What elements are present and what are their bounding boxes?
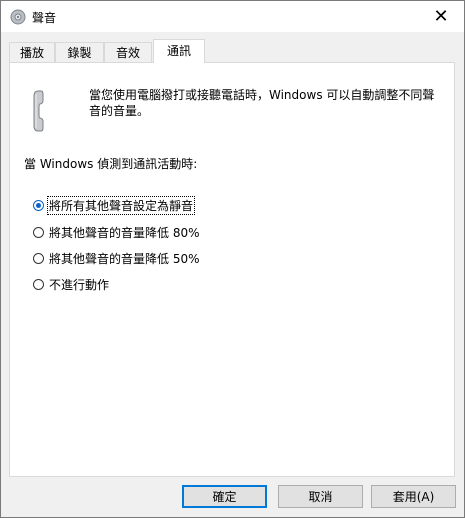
detect-label: 當 Windows 偵測到通訊活動時:: [24, 157, 198, 171]
option-reduce-50[interactable]: 將其他聲音的音量降低 50%: [33, 249, 201, 267]
telephone-handset-icon: [32, 89, 56, 133]
cancel-label: 取消: [308, 490, 333, 504]
option-label: 將其他聲音的音量降低 50%: [49, 251, 200, 266]
option-mute-all[interactable]: 將所有其他聲音設定為靜音: [33, 195, 196, 215]
tab-sounds[interactable]: 音效: [104, 42, 152, 62]
radio-button[interactable]: [33, 278, 44, 290]
radio-button[interactable]: [33, 252, 44, 264]
close-button[interactable]: ✕: [418, 1, 464, 32]
description-text: 當您使用電腦撥打或接聽電話時，Windows 可以自動調整不同聲音的音量。: [89, 88, 435, 118]
option-label: 將其他聲音的音量降低 80%: [49, 225, 200, 240]
close-icon: ✕: [433, 6, 449, 27]
option-do-nothing[interactable]: 不進行動作: [33, 275, 110, 293]
tab-strip: 播放 錄製 音效 通訊: [9, 39, 455, 63]
radio-button[interactable]: [33, 226, 44, 238]
tab-label: 錄製: [67, 46, 92, 60]
cancel-button[interactable]: 取消: [278, 485, 363, 508]
window-title: 聲音: [32, 11, 57, 25]
option-label: 將所有其他聲音設定為靜音: [46, 195, 196, 215]
ok-button[interactable]: 確定: [182, 485, 267, 508]
radio-button[interactable]: [33, 199, 44, 211]
tab-communications[interactable]: 通訊: [153, 39, 205, 63]
apply-label: 套用(A): [392, 490, 435, 504]
option-reduce-80[interactable]: 將其他聲音的音量降低 80%: [33, 223, 201, 241]
ok-label: 確定: [212, 490, 237, 504]
communications-panel: 當您使用電腦撥打或接聽電話時，Windows 可以自動調整不同聲音的音量。 當 …: [9, 62, 455, 477]
tab-recording[interactable]: 錄製: [55, 42, 104, 62]
tab-label: 播放: [19, 46, 44, 60]
tab-label: 音效: [115, 46, 140, 60]
apply-button[interactable]: 套用(A): [371, 485, 456, 508]
title-bar[interactable]: 聲音 ✕: [1, 1, 464, 32]
speaker-icon: [9, 8, 27, 26]
option-label: 不進行動作: [49, 277, 110, 292]
tab-label: 通訊: [166, 44, 191, 58]
tab-playback[interactable]: 播放: [9, 42, 55, 62]
sound-dialog: 聲音 ✕ 播放 錄製 音效 通訊 當您使用電腦撥打或接聽電話時，Windows …: [0, 0, 465, 518]
